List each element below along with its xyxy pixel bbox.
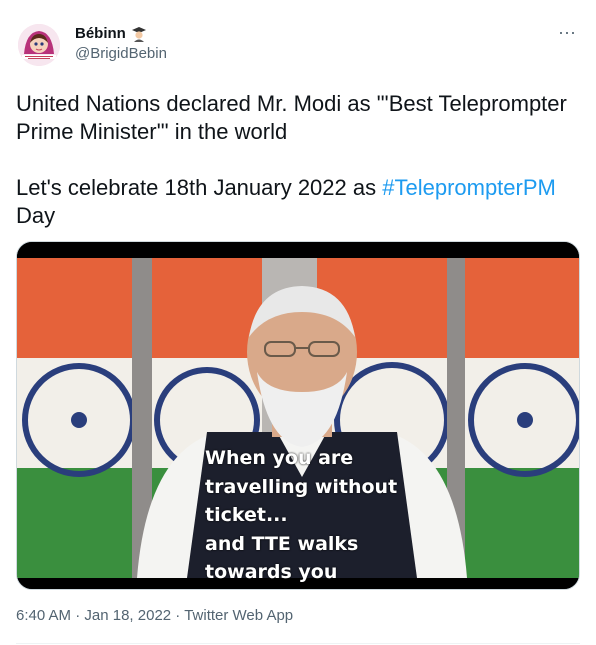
graduate-emoji-icon [130,25,148,43]
divider [16,643,580,644]
display-name-row[interactable]: Bébinn [75,24,167,44]
tweet-text-paragraph-1: United Nations declared Mr. Modi as "'Be… [16,91,567,144]
tweet-time[interactable]: 6:40 AM [16,607,71,624]
tweet-card: Bébinn @BrigidBebin ··· United Nations d… [0,0,596,645]
caption-line: and TTE walks [205,532,359,555]
tweet-source: Twitter Web App [184,607,294,624]
caption-line: When you are [205,447,354,469]
author-block: Bébinn @BrigidBebin [75,24,167,64]
tweet-text-prefix: Let's celebrate 18th January 2022 as [16,175,383,200]
tweet-meta: 6:40 AM · Jan 18, 2022 · Twitter Web App [16,606,293,626]
tweet-header: Bébinn @BrigidBebin ··· [16,22,580,70]
display-name[interactable]: Bébinn [75,24,126,44]
user-handle[interactable]: @BrigidBebin [75,44,167,64]
meta-separator: · [171,607,185,624]
media-caption: When you are travelling without ticket..… [205,444,435,587]
tweet-media[interactable]: When you are travelling without ticket..… [16,241,580,590]
avatar-image [18,24,60,66]
flag-right-2 [465,258,579,578]
caption-line: towards you [205,561,338,583]
more-dots-icon[interactable]: ··· [556,23,578,46]
tweet-text-suffix: Day [16,203,56,228]
caption-line: ticket... [205,504,288,526]
avatar[interactable] [18,24,60,66]
caption-line: travelling without [205,475,398,498]
hashtag-link[interactable]: #TeleprompterPM [382,175,556,200]
tweet-body: United Nations declared Mr. Modi as "'Be… [16,90,576,230]
flag-left [17,258,136,578]
meta-separator: · [71,607,85,624]
tweet-date[interactable]: Jan 18, 2022 [84,607,171,624]
tweet-text-paragraph-2: Let's celebrate 18th January 2022 as #Te… [16,174,576,230]
